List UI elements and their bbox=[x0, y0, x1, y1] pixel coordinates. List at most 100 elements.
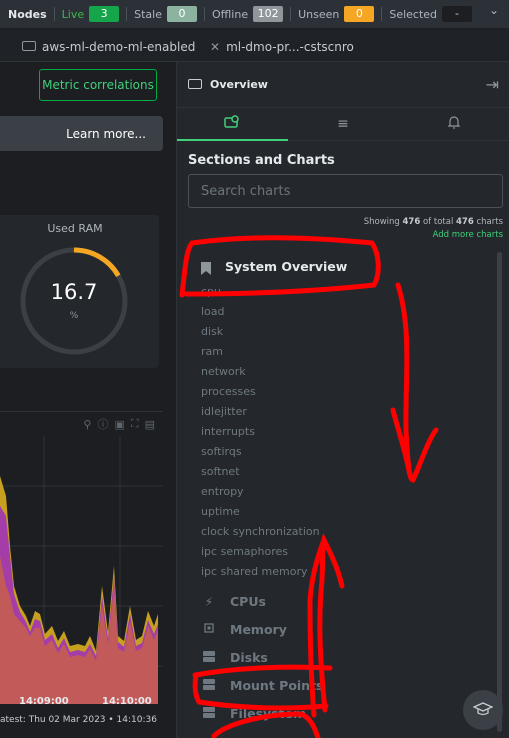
add-more-charts-link[interactable]: Add more charts bbox=[433, 230, 503, 240]
stacked-area-chart bbox=[0, 436, 163, 704]
live-filter[interactable]: Live 3 bbox=[62, 6, 120, 22]
panel-tabs: ≡ bbox=[177, 108, 509, 141]
tab-ml-dmo[interactable]: ✕ ml-dmo-pr...-cstscnro bbox=[210, 36, 354, 58]
close-icon[interactable]: ✕ bbox=[210, 40, 220, 54]
disk-icon bbox=[201, 706, 217, 721]
subitem-clock-synchronization[interactable]: clock synchronization bbox=[201, 522, 320, 542]
offline-label: Offline bbox=[212, 7, 249, 21]
divider bbox=[126, 7, 128, 21]
collapse-panel-icon[interactable]: ⇥ bbox=[486, 75, 499, 94]
subitem-ram[interactable]: ram bbox=[201, 342, 320, 362]
learn-help-button[interactable] bbox=[463, 690, 503, 730]
subitem-softnet[interactable]: softnet bbox=[201, 462, 320, 482]
sections-title: Sections and Charts bbox=[188, 153, 335, 168]
tab-charts[interactable] bbox=[177, 108, 288, 141]
section-filesystem[interactable]: Filesystem bbox=[201, 706, 306, 721]
panel-header: Overview ⇥ bbox=[177, 62, 509, 108]
section-label: Filesystem bbox=[230, 706, 307, 721]
info-icon[interactable]: ⓘ bbox=[97, 416, 108, 432]
scrollbar[interactable] bbox=[497, 252, 502, 732]
chart-toolbar: ⚲ ⓘ ▣ ⛶ ▤ bbox=[0, 412, 163, 436]
tab-aws-ml-demo[interactable]: aws-ml-demo-ml-enabled bbox=[22, 36, 195, 58]
latest-timestamp: atest: Thu 02 Mar 2023 • 14:10:36 bbox=[0, 715, 157, 725]
subitem-processes[interactable]: processes bbox=[201, 382, 320, 402]
x-tick-label: 14:10:00 bbox=[102, 696, 152, 707]
divider bbox=[204, 7, 205, 21]
section-system-overview[interactable]: System Overview bbox=[201, 259, 348, 275]
divider bbox=[381, 7, 383, 21]
subitem-ipc-semaphores[interactable]: ipc semaphores bbox=[201, 542, 320, 562]
stale-label: Stale bbox=[134, 7, 162, 21]
gauge-value: 16.7 bbox=[50, 280, 98, 304]
chevron-down-icon[interactable]: ⌄ bbox=[489, 3, 499, 17]
disk-icon bbox=[201, 678, 217, 693]
subitem-network[interactable]: network bbox=[201, 362, 320, 382]
tab-filters[interactable]: ≡ bbox=[287, 108, 399, 141]
showing-mid: of total bbox=[422, 217, 454, 227]
subitem-ipc-shared-memory[interactable]: ipc shared memory bbox=[201, 562, 320, 582]
unseen-filter[interactable]: Unseen 0 bbox=[298, 6, 375, 22]
selected-filter[interactable]: Selected - bbox=[389, 6, 473, 22]
section-disks[interactable]: Disks bbox=[201, 650, 268, 665]
selected-label: Selected bbox=[389, 7, 438, 21]
subitem-entropy[interactable]: entropy bbox=[201, 482, 320, 502]
used-ram-gauge-card: Used RAM 16.7 % bbox=[0, 215, 159, 368]
overview-panel: Overview ⇥ ≡ Sections and Charts Showing… bbox=[177, 62, 509, 738]
chip-icon bbox=[201, 622, 217, 637]
subitem-uptime[interactable]: uptime bbox=[201, 502, 320, 522]
system-overview-subitems: cpu load disk ram network processes idle… bbox=[201, 282, 320, 582]
nodes-label: Nodes bbox=[8, 7, 47, 21]
zoom-icon[interactable]: ⚲ bbox=[83, 418, 91, 431]
section-label: CPUs bbox=[230, 594, 266, 609]
graduation-cap-icon bbox=[472, 701, 494, 720]
unseen-label: Unseen bbox=[298, 7, 340, 21]
tab-label: aws-ml-demo-ml-enabled bbox=[42, 40, 196, 54]
bookmark-icon bbox=[201, 260, 211, 275]
expand-icon[interactable]: ⛶ bbox=[131, 417, 139, 431]
window-icon bbox=[188, 78, 202, 92]
disk-icon bbox=[201, 650, 217, 665]
subitem-cpu[interactable]: cpu bbox=[201, 282, 320, 302]
charts-icon bbox=[224, 114, 240, 133]
section-label: Memory bbox=[230, 622, 287, 637]
section-memory[interactable]: Memory bbox=[201, 622, 287, 637]
dashboard-area: Metric correlations Learn more... Used R… bbox=[0, 62, 176, 738]
filter-icon: ≡ bbox=[337, 116, 349, 132]
divider bbox=[290, 7, 292, 21]
subitem-softirqs[interactable]: softirqs bbox=[201, 442, 320, 462]
section-label: System Overview bbox=[225, 259, 348, 274]
window-icon bbox=[22, 40, 36, 54]
charts-count-text: Showing 476 of total 476 charts bbox=[364, 217, 503, 227]
bolt-icon: ⚡ bbox=[204, 594, 214, 609]
stale-filter[interactable]: Stale 0 bbox=[134, 6, 197, 22]
unseen-count-badge: 0 bbox=[344, 6, 375, 22]
stale-count-badge: 0 bbox=[167, 6, 197, 22]
subitem-disk[interactable]: disk bbox=[201, 322, 320, 342]
showing-total: 476 bbox=[456, 217, 474, 227]
learn-more-button[interactable]: Learn more... bbox=[0, 116, 163, 151]
panel-title: Overview bbox=[210, 78, 268, 91]
live-count-badge: 3 bbox=[89, 6, 120, 22]
section-label: Mount Points bbox=[230, 678, 324, 693]
tab-label: ml-dmo-pr...-cstscnro bbox=[226, 40, 354, 54]
subitem-idlejitter[interactable]: idlejitter bbox=[201, 402, 320, 422]
search-charts-input[interactable] bbox=[188, 174, 503, 208]
section-cpus[interactable]: ⚡ CPUs bbox=[201, 594, 266, 609]
subitem-interrupts[interactable]: interrupts bbox=[201, 422, 320, 442]
camera-icon[interactable]: ▣ bbox=[114, 418, 124, 431]
metric-correlations-button[interactable]: Metric correlations bbox=[39, 69, 157, 101]
subitem-load[interactable]: load bbox=[201, 302, 320, 322]
bell-icon bbox=[447, 115, 461, 133]
section-label: Disks bbox=[230, 650, 268, 665]
showing-prefix: Showing bbox=[363, 217, 400, 227]
showing-suffix: charts bbox=[476, 217, 503, 227]
tab-alerts[interactable] bbox=[398, 108, 509, 141]
divider bbox=[53, 7, 55, 21]
layers-icon[interactable]: ▤ bbox=[145, 418, 155, 431]
offline-filter[interactable]: Offline 102 bbox=[212, 6, 284, 22]
tab-row: aws-ml-demo-ml-enabled ✕ ml-dmo-pr...-cs… bbox=[0, 29, 509, 62]
selected-value-badge: - bbox=[442, 6, 473, 22]
gauge-title: Used RAM bbox=[47, 222, 103, 235]
section-mount-points[interactable]: Mount Points bbox=[201, 678, 324, 693]
gauge-unit: % bbox=[69, 311, 79, 321]
